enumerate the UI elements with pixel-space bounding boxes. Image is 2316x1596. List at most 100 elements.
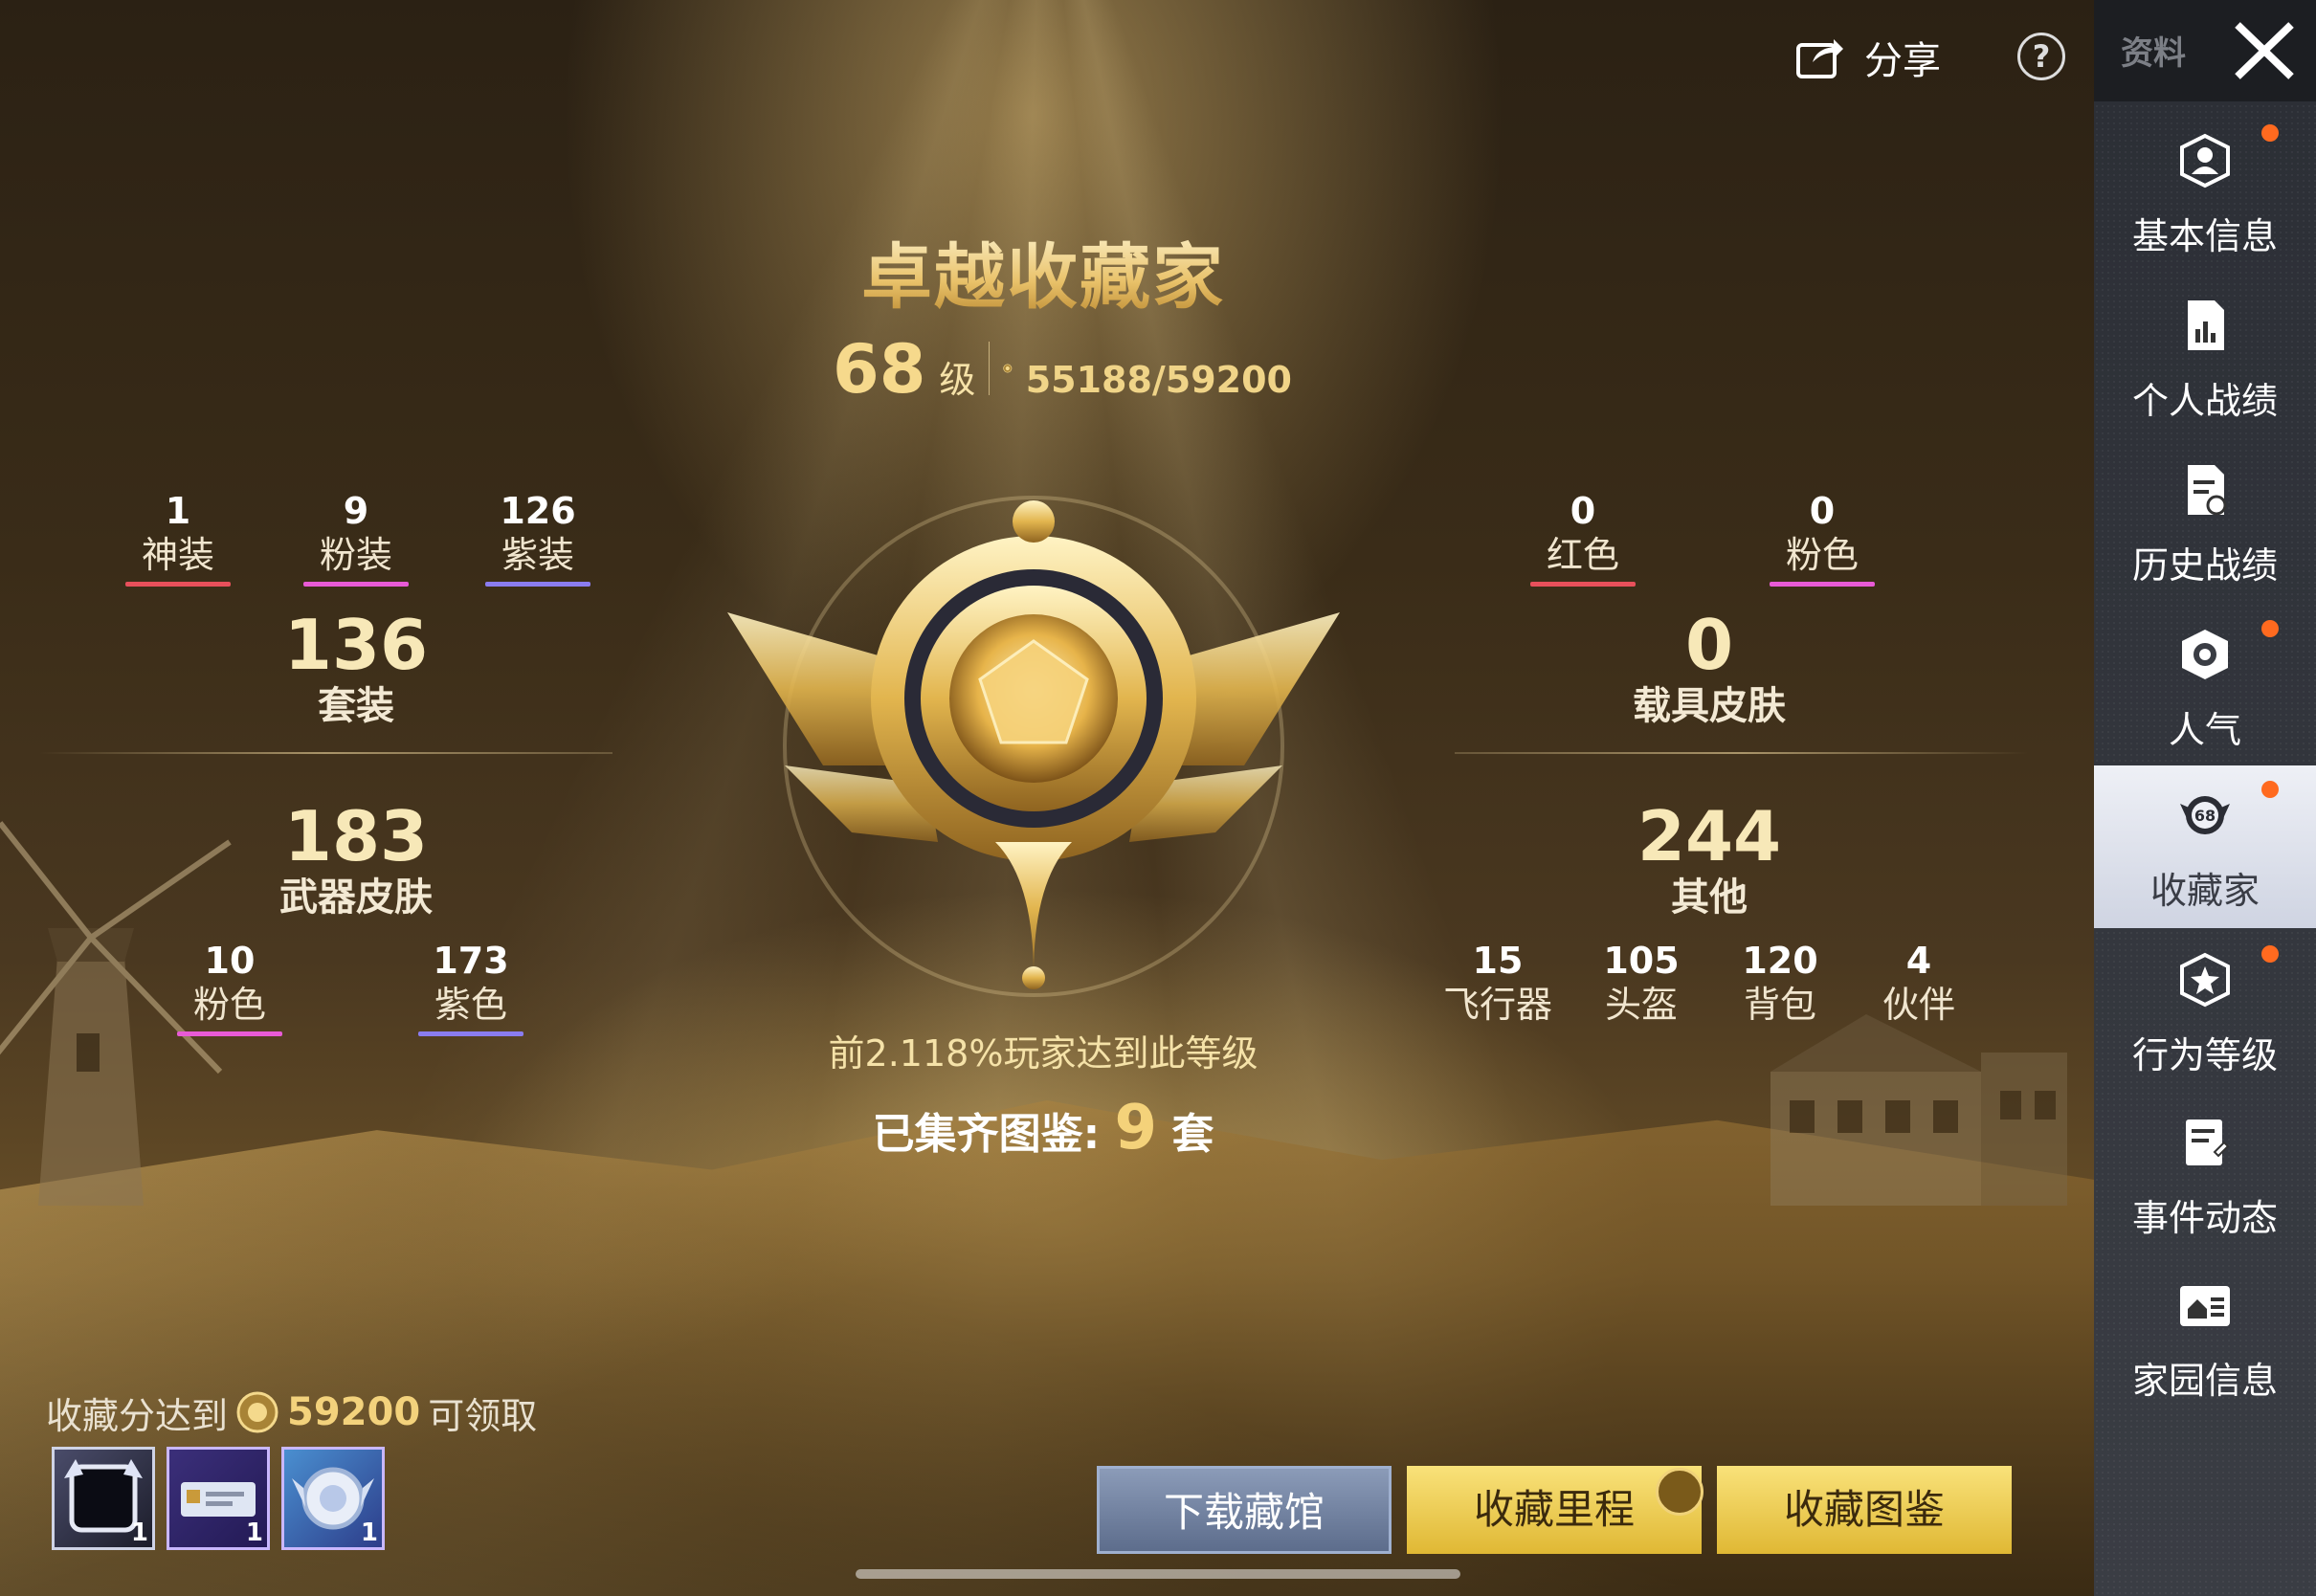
collector-level-badge: 68 [2194,807,2216,825]
stat-vehicle-pink: 0 粉色 [1765,490,1880,587]
reward-item-card[interactable]: 1 [167,1447,270,1550]
stat-weapon-purple: 173 紫色 [413,940,528,1036]
stat-label: 紫装 [501,534,574,576]
level-row: 68 级 55188/59200 [833,330,1292,409]
share-button[interactable]: 分享 [1795,29,1941,86]
stat-weapon-skins: 183 武器皮肤 [222,798,490,920]
stat-value: 15 [1472,940,1524,982]
sidebar-item-label: 人气 [2168,709,2241,751]
divider [989,342,991,395]
divider-right [1455,752,2029,754]
stat-label: 紫色 [434,984,507,1026]
rank-percentile: 前2.118%玩家达到此等级 [828,1032,1258,1075]
stat-suits: 136 套装 [222,607,490,729]
rarity-bar [418,1031,523,1036]
reward-item-badge[interactable]: 1 [281,1447,385,1550]
sidebar-item-home-info[interactable]: 家园信息 [2094,1255,2316,1418]
popularity-icon [2182,630,2228,679]
collection-milestone-button[interactable]: 收藏里程 [1407,1466,1702,1554]
close-icon[interactable] [2226,17,2303,84]
item-quantity: 1 [245,1518,263,1547]
stat-companion: 4 伙伴 [1857,940,1981,1028]
rarity-bar [177,1031,282,1036]
stat-vehicle-skins: 0 载具皮肤 [1575,607,1843,729]
level-unit: 级 [939,359,976,401]
divider-left [38,752,612,754]
stat-value: 1 [165,490,191,532]
collection-atlas-button[interactable]: 收藏图鉴 [1717,1466,2012,1554]
stat-label: 粉色 [1785,534,1859,576]
item-quantity: 1 [130,1518,148,1547]
stat-value: 4 [1905,940,1932,982]
profile-icon [2180,133,2230,188]
sidebar-item-basic-info[interactable]: 基本信息 [2094,111,2316,274]
stat-value: 0 [1570,490,1596,532]
stat-label: 载具皮肤 [1633,684,1786,728]
stat-label: 套装 [318,684,394,728]
reward-suffix: 可领取 [428,1394,538,1437]
sidebar-item-event-feed[interactable]: 事件动态 [2094,1093,2316,1255]
stat-helmet: 105 头盔 [1579,940,1704,1028]
sidebar-item-personal-stats[interactable]: 个人战绩 [2094,276,2316,438]
rarity-bar [125,582,231,587]
stat-label: 伙伴 [1882,984,1955,1026]
sidebar-item-behavior-level[interactable]: 行为等级 [2094,930,2316,1093]
stat-label: 红色 [1546,534,1619,576]
houses-decoration [1770,1014,2067,1206]
collector-title: 卓越收藏家 [785,220,1302,322]
sidebar-item-popularity[interactable]: 人气 [2094,605,2316,767]
stat-vehicle-red: 0 红色 [1525,490,1640,587]
stat-label: 飞行器 [1442,984,1552,1026]
rarity-bar [1530,582,1636,587]
stat-value: 0 [1684,605,1734,685]
collector-badge-emblem [727,496,1340,997]
collection-points-icon [236,1391,278,1433]
stat-value: 105 [1603,940,1680,982]
reward-value: 59200 [287,1390,421,1434]
sidebar-item-collector[interactable]: 68 收藏家 [2094,765,2316,928]
sets-collected: 已集齐图鉴: 9 套 [785,1093,1302,1164]
rarity-bar [485,582,590,587]
level-number: 68 [833,330,926,409]
stat-value: 173 [433,940,509,982]
sidebar-item-label: 基本信息 [2131,215,2278,257]
stat-label: 粉装 [319,534,392,576]
home-indicator [856,1569,1460,1579]
sidebar-item-label: 收藏家 [2149,870,2260,912]
sidebar-item-label: 历史战绩 [2131,544,2278,587]
download-museum-button[interactable]: 下载藏馆 [1097,1466,1392,1554]
stat-backpack: 120 背包 [1718,940,1842,1028]
stat-label: 其他 [1671,876,1748,920]
help-button[interactable]: ? [2017,33,2065,80]
sidebar-item-label: 家园信息 [2131,1360,2278,1402]
sidebar-item-history-stats[interactable]: 历史战绩 [2094,440,2316,603]
history-icon [2188,465,2227,516]
collector-badge-icon: 68 [2180,796,2230,834]
stat-label: 武器皮肤 [279,876,433,920]
event-icon [2186,1119,2230,1165]
share-label: 分享 [1864,39,1941,83]
stat-value: 136 [283,605,429,685]
stat-label: 神装 [141,534,214,576]
collection-points-icon [1003,364,1013,373]
stat-value: 244 [1637,796,1782,876]
sets-prefix: 已集齐图鉴: [872,1110,1101,1159]
stat-purple-outfit: 126 紫装 [480,490,595,587]
stat-weapon-pink: 10 粉色 [172,940,287,1036]
stat-value: 126 [500,490,576,532]
stat-label: 背包 [1743,984,1816,1026]
stats-icon [2188,300,2224,350]
stat-aircraft: 15 飞行器 [1436,940,1560,1028]
sets-suffix: 套 [1171,1110,1214,1159]
rarity-bar [1770,582,1875,587]
stat-legendary: 1 神装 [121,490,235,587]
reward-item-frame[interactable]: 1 [52,1447,155,1550]
behavior-icon [2180,952,2230,1008]
stat-label: 粉色 [192,984,266,1026]
sidebar-title: 资料 [2121,34,2186,73]
stat-label: 头盔 [1604,984,1678,1026]
notification-dot [2261,945,2279,963]
stat-value: 9 [343,490,369,532]
reward-threshold: 收藏分达到 59200 可领取 [46,1385,537,1439]
sidebar-item-label: 行为等级 [2131,1034,2278,1076]
